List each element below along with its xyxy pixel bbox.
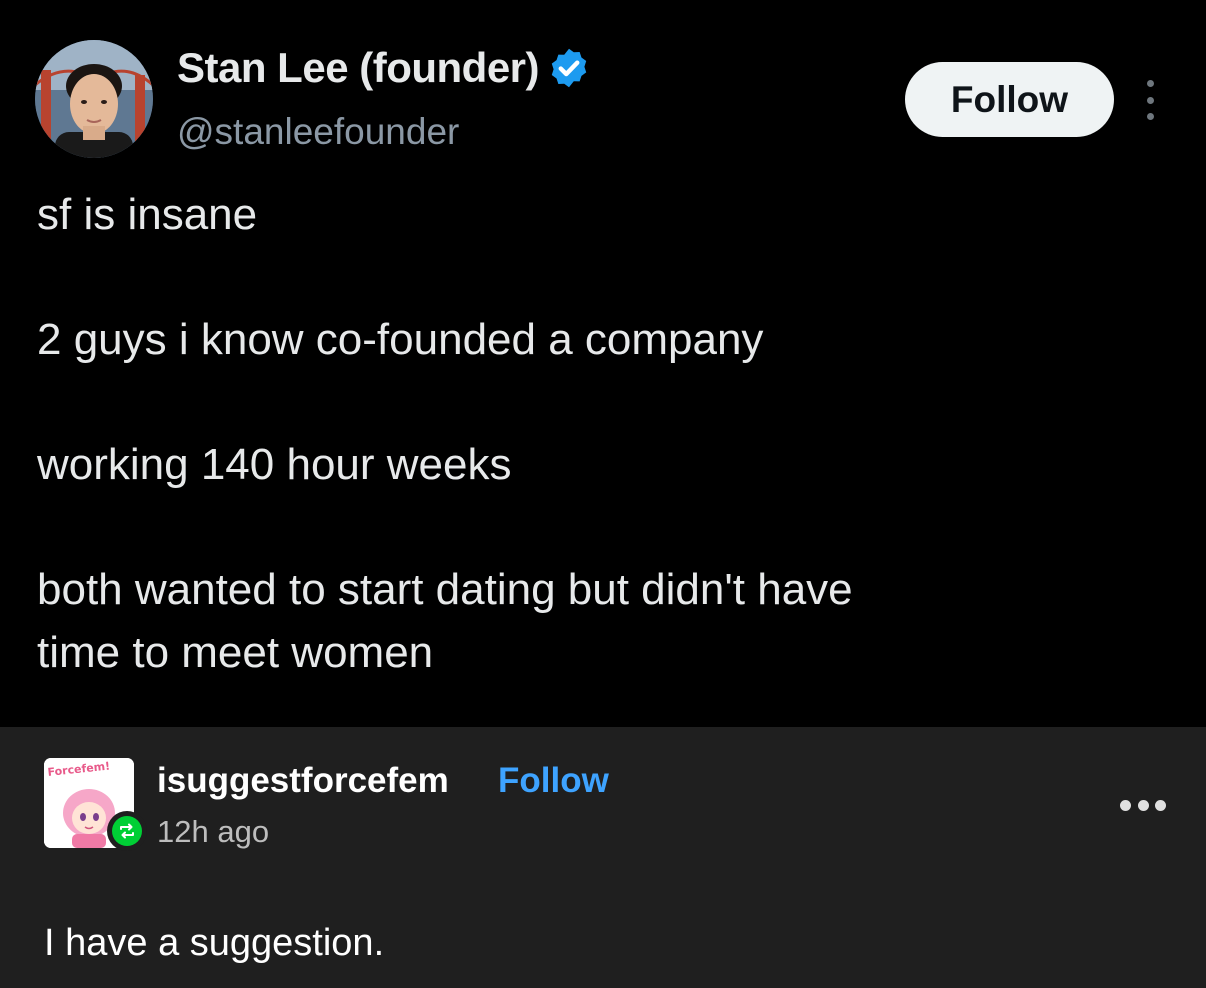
- blog-name[interactable]: isuggestforcefem: [157, 761, 449, 801]
- more-options-icon[interactable]: [1120, 799, 1166, 811]
- display-name[interactable]: Stan Lee (founder): [177, 44, 540, 92]
- avatar[interactable]: [35, 40, 153, 158]
- follow-button[interactable]: Follow: [905, 62, 1114, 137]
- avatar-photo: [35, 40, 153, 158]
- tweet-text-line-4: both wanted to start dating but didn't h…: [37, 565, 853, 614]
- reblog-card: Forcefem! isuggestforcefem Follow 12h ag…: [0, 727, 1206, 988]
- author-handle[interactable]: @stanleefounder: [177, 111, 459, 153]
- reblog-icon: [107, 811, 147, 851]
- post-timestamp: 12h ago: [157, 814, 270, 849]
- tweet-text-line-5: time to meet women: [37, 628, 434, 677]
- tweet-text-line-2: 2 guys i know co-founded a company: [37, 315, 764, 364]
- tweet-card: Stan Lee (founder) @stanleefounder Follo…: [0, 0, 1206, 727]
- blog-follow-link[interactable]: Follow: [498, 761, 609, 801]
- more-options-icon[interactable]: [1140, 80, 1160, 120]
- reply-body-text: I have a suggestion.: [44, 922, 385, 964]
- author-name-row: Stan Lee (founder): [177, 44, 591, 92]
- tweet-text-line-3: working 140 hour weeks: [37, 440, 512, 489]
- tweet-text-line-1: sf is insane: [37, 190, 258, 239]
- verified-badge-icon: [551, 48, 587, 88]
